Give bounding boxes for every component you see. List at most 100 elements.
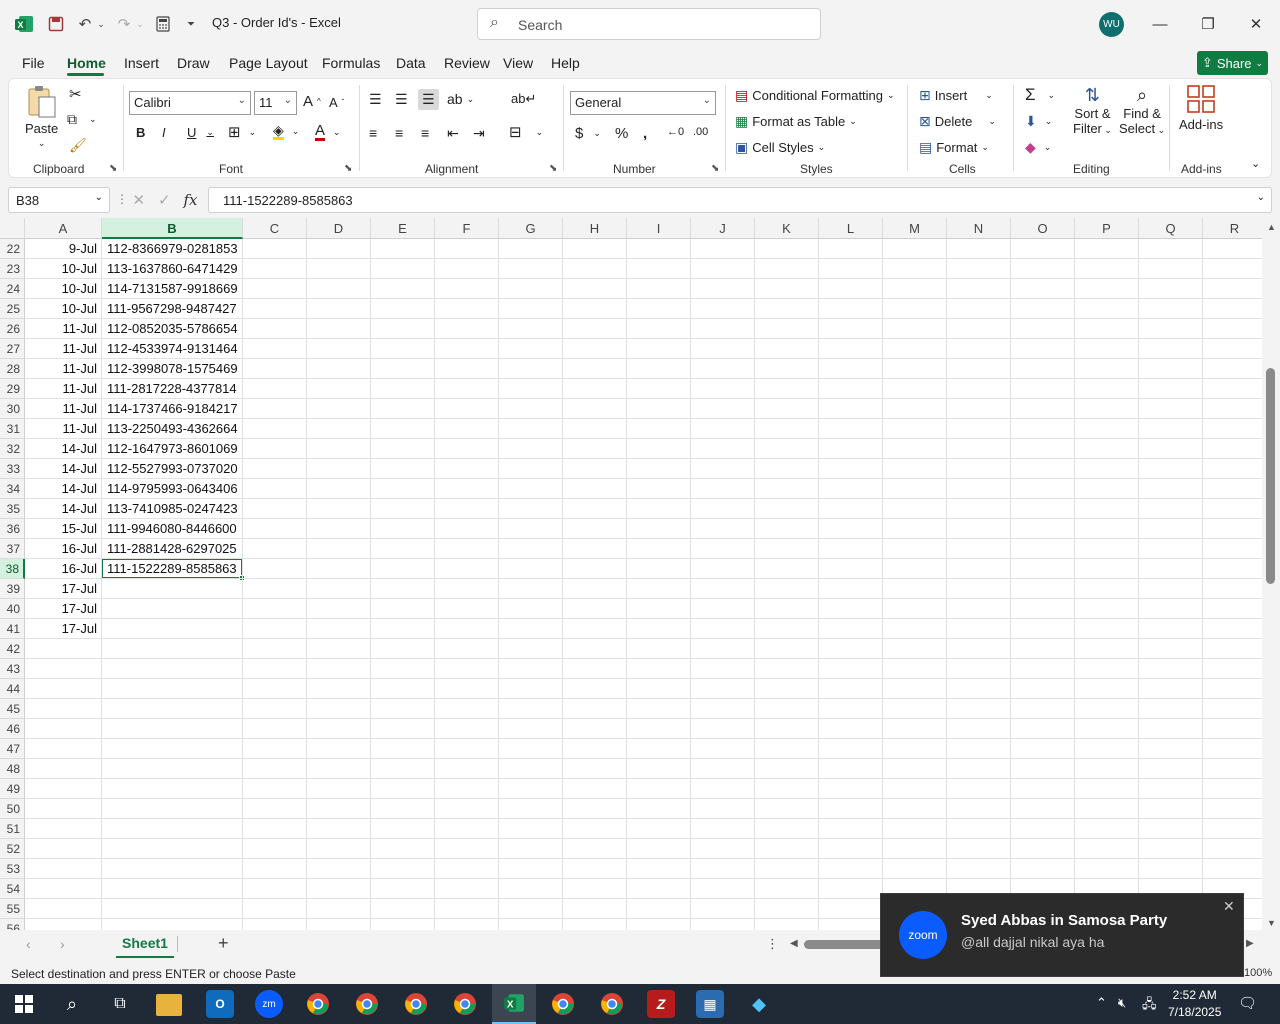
cell-date[interactable] bbox=[25, 679, 101, 699]
cell-date[interactable]: 14-Jul bbox=[25, 499, 101, 519]
column-header-e[interactable]: E bbox=[371, 218, 435, 239]
row-header[interactable]: 43 bbox=[0, 659, 25, 679]
sheet-tab-sheet1[interactable]: Sheet1 bbox=[116, 932, 174, 958]
column-header-m[interactable]: M bbox=[883, 218, 947, 239]
zoom-notification[interactable]: zoom Syed Abbas in Samosa Party @all daj… bbox=[880, 893, 1244, 977]
worksheet-grid[interactable]: ABCDEFGHIJKLMNOPQR 22 23 24 25 26 27 28 29 30 31 3… bbox=[0, 218, 1262, 930]
row-header[interactable]: 28 bbox=[0, 359, 25, 379]
scroll-left-icon[interactable]: ◀ bbox=[790, 938, 798, 949]
cell-order-id[interactable] bbox=[102, 819, 242, 839]
cell-date[interactable] bbox=[25, 859, 101, 879]
cell-date[interactable]: 17-Jul bbox=[25, 619, 101, 639]
merge-center-icon[interactable]: ⊟ ⌄ bbox=[509, 123, 543, 141]
fill-color-icon[interactable]: ◈ ⌄ bbox=[273, 123, 299, 140]
currency-icon[interactable]: $ ⌄ bbox=[575, 125, 601, 142]
row-header[interactable]: 44 bbox=[0, 679, 25, 699]
avatar[interactable]: WU bbox=[1099, 12, 1124, 37]
name-box[interactable]: B38 ⌄ bbox=[8, 187, 110, 213]
tray-chevron-up-icon[interactable]: ⌃ bbox=[1096, 995, 1107, 1011]
find-select-button[interactable]: ⌕ Find & Select ⌄ bbox=[1119, 85, 1165, 136]
add-sheet-icon[interactable]: + bbox=[218, 933, 229, 954]
redo-icon[interactable]: ↷ bbox=[113, 12, 135, 36]
cell-date[interactable] bbox=[25, 639, 101, 659]
cell-date[interactable]: 15-Jul bbox=[25, 519, 101, 539]
cell-date[interactable] bbox=[25, 779, 101, 799]
row-header[interactable]: 40 bbox=[0, 599, 25, 619]
confirm-entry-icon[interactable]: ✓ bbox=[158, 191, 171, 209]
collapse-ribbon-icon[interactable]: ⌄ bbox=[1251, 157, 1260, 170]
close-icon[interactable]: ✕ bbox=[1223, 898, 1235, 915]
cell-order-id[interactable]: 112-1647973-8601069 bbox=[102, 439, 242, 459]
cell-date[interactable] bbox=[25, 659, 101, 679]
restore-icon[interactable]: ❐ bbox=[1196, 12, 1220, 36]
cell-date[interactable]: 14-Jul bbox=[25, 439, 101, 459]
chrome-profile-icon[interactable] bbox=[353, 990, 381, 1018]
cell-order-id[interactable] bbox=[102, 879, 242, 899]
cell-date[interactable] bbox=[25, 799, 101, 819]
column-header-h[interactable]: H bbox=[563, 218, 627, 239]
row-header[interactable]: 35 bbox=[0, 499, 25, 519]
decrease-indent-icon[interactable]: ⇤ bbox=[447, 125, 459, 142]
number-format-combo[interactable]: General ⌄ bbox=[570, 91, 716, 115]
row-header[interactable]: 47 bbox=[0, 739, 25, 759]
zoom-app-icon[interactable]: zm bbox=[255, 990, 283, 1018]
cell-date[interactable]: 16-Jul bbox=[25, 559, 101, 579]
increase-font-icon[interactable]: A ^ bbox=[303, 93, 321, 110]
cell-order-id[interactable]: 113-1637860-6471429 bbox=[102, 259, 242, 279]
format-as-table-button[interactable]: ▦ Format as Table ⌄ bbox=[735, 113, 857, 130]
increase-decimal-icon[interactable]: ←0 bbox=[667, 126, 684, 138]
calculator-icon[interactable] bbox=[152, 12, 174, 36]
cell-order-id[interactable]: 112-8366979-0281853 bbox=[102, 239, 242, 259]
network-icon[interactable]: 🖧︎ bbox=[1142, 995, 1157, 1017]
row-header[interactable]: 36 bbox=[0, 519, 25, 539]
cell-order-id[interactable] bbox=[102, 619, 242, 639]
row-header[interactable]: 41 bbox=[0, 619, 25, 639]
row-header[interactable]: 29 bbox=[0, 379, 25, 399]
row-header[interactable]: 55 bbox=[0, 899, 25, 919]
font-name-combo[interactable]: Calibri ⌄ bbox=[129, 91, 251, 115]
speaker-muted-icon[interactable]: 🔇︎ bbox=[1118, 995, 1126, 1011]
tab-review[interactable]: Review bbox=[444, 55, 490, 71]
row-header[interactable]: 24 bbox=[0, 279, 25, 299]
italic-icon[interactable]: I bbox=[162, 125, 166, 140]
cell-date[interactable] bbox=[25, 719, 101, 739]
cell-order-id[interactable] bbox=[102, 839, 242, 859]
expand-formula-icon[interactable]: ⌄ bbox=[1257, 192, 1265, 203]
close-icon[interactable]: ✕ bbox=[1244, 12, 1268, 36]
row-header[interactable]: 32 bbox=[0, 439, 25, 459]
row-header[interactable]: 30 bbox=[0, 399, 25, 419]
cell-date[interactable]: 14-Jul bbox=[25, 479, 101, 499]
chrome-profile-icon[interactable] bbox=[451, 990, 479, 1018]
save-icon[interactable] bbox=[44, 12, 68, 36]
cell-order-id[interactable]: 112-5527993-0737020 bbox=[102, 459, 242, 479]
row-header[interactable]: 33 bbox=[0, 459, 25, 479]
row-header[interactable]: 22 bbox=[0, 239, 25, 259]
cell-date[interactable] bbox=[25, 899, 101, 919]
clear-icon[interactable]: ◆ ⌄ bbox=[1025, 139, 1051, 156]
column-header-d[interactable]: D bbox=[307, 218, 371, 239]
scroll-up-icon[interactable]: ▲ bbox=[1267, 222, 1276, 232]
row-header[interactable]: 42 bbox=[0, 639, 25, 659]
underline-icon[interactable]: U ⌄ bbox=[187, 125, 214, 140]
cell-order-id[interactable] bbox=[102, 639, 242, 659]
row-header[interactable]: 52 bbox=[0, 839, 25, 859]
autosum-icon[interactable]: Σ ⌄ bbox=[1025, 85, 1055, 105]
align-center-icon[interactable]: ≡ bbox=[395, 125, 403, 141]
search-input[interactable]: ⌕ Search bbox=[477, 8, 821, 40]
row-header[interactable]: 51 bbox=[0, 819, 25, 839]
comma-style-icon[interactable]: , bbox=[643, 125, 647, 142]
column-header-c[interactable]: C bbox=[243, 218, 307, 239]
tab-formulas[interactable]: Formulas bbox=[322, 55, 380, 71]
cell-order-id[interactable]: 111-2817228-4377814 bbox=[102, 379, 242, 399]
cell-order-id[interactable]: 112-4533974-9131464 bbox=[102, 339, 242, 359]
cell-date[interactable]: 11-Jul bbox=[25, 379, 101, 399]
align-right-icon[interactable]: ≡ bbox=[421, 125, 429, 141]
row-header[interactable]: 37 bbox=[0, 539, 25, 559]
excel-taskbar-icon[interactable]: X bbox=[492, 984, 536, 1024]
column-header-i[interactable]: I bbox=[627, 218, 691, 239]
format-painter-icon[interactable]: 🖌 bbox=[69, 137, 87, 154]
file-explorer-icon[interactable] bbox=[156, 994, 182, 1016]
copy-icon[interactable]: ⧉ ⌄ bbox=[67, 111, 97, 128]
cell-order-id[interactable] bbox=[102, 659, 242, 679]
cell-order-id[interactable] bbox=[102, 759, 242, 779]
